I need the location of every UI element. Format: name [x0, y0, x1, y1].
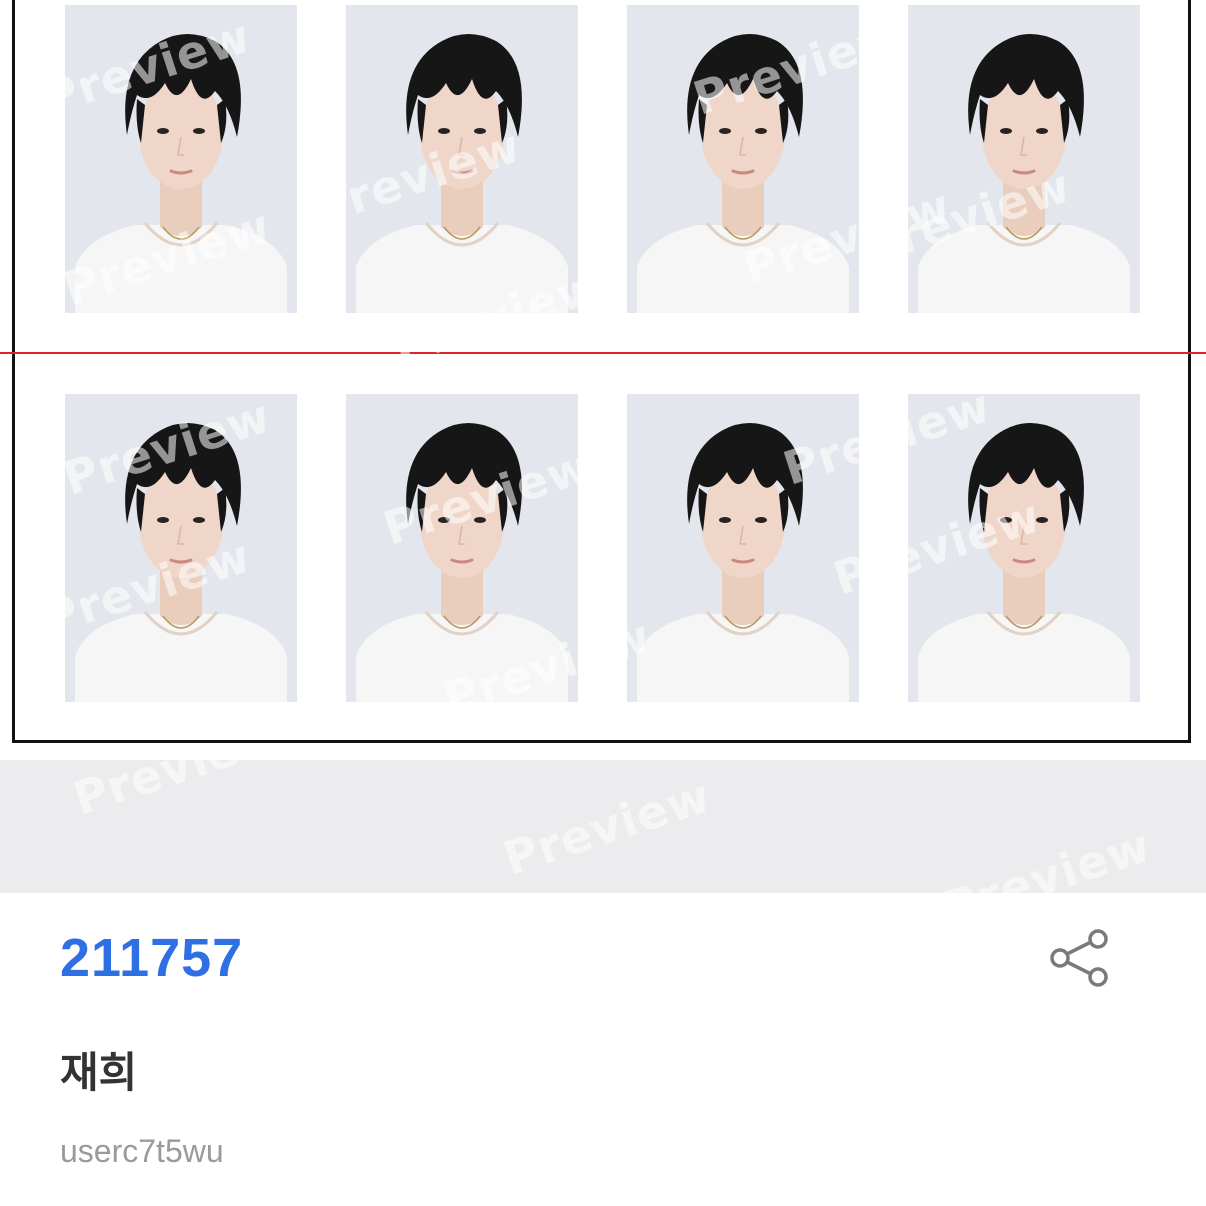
id-photo [627, 5, 859, 313]
portrait-image [65, 394, 297, 702]
preview-watermark: Preview [936, 818, 1158, 893]
portrait-image [346, 5, 578, 313]
portrait-image [627, 394, 859, 702]
id-photo [346, 394, 578, 702]
item-info: 211757 재희 userc7t5wu [0, 893, 1206, 1206]
id-photo [908, 5, 1140, 313]
id-photo [346, 5, 578, 313]
cut-line [0, 352, 1206, 354]
share-button[interactable] [1046, 927, 1114, 989]
gray-band: Preview Preview Preview [0, 760, 1206, 893]
portrait-image [627, 5, 859, 313]
portrait-image [346, 394, 578, 702]
preview-watermark: Preview [496, 768, 718, 886]
portrait-image [65, 5, 297, 313]
preview-watermark: Preview [66, 760, 288, 826]
uploader-username[interactable]: userc7t5wu [60, 1133, 224, 1170]
item-name: 재희 [60, 1048, 138, 1097]
portrait-image [908, 394, 1140, 702]
product-preview-page: Preview Preview Preview Preview Preview Previ… [0, 0, 1206, 1206]
share-icon [1050, 929, 1108, 987]
id-photo [65, 5, 297, 313]
photo-sheet-preview: Preview Preview Preview Preview Preview Previ… [0, 0, 1206, 760]
portrait-image [908, 5, 1140, 313]
item-code: 211757 [60, 928, 244, 988]
id-photo [627, 394, 859, 702]
id-photo [65, 394, 297, 702]
id-photo [908, 394, 1140, 702]
